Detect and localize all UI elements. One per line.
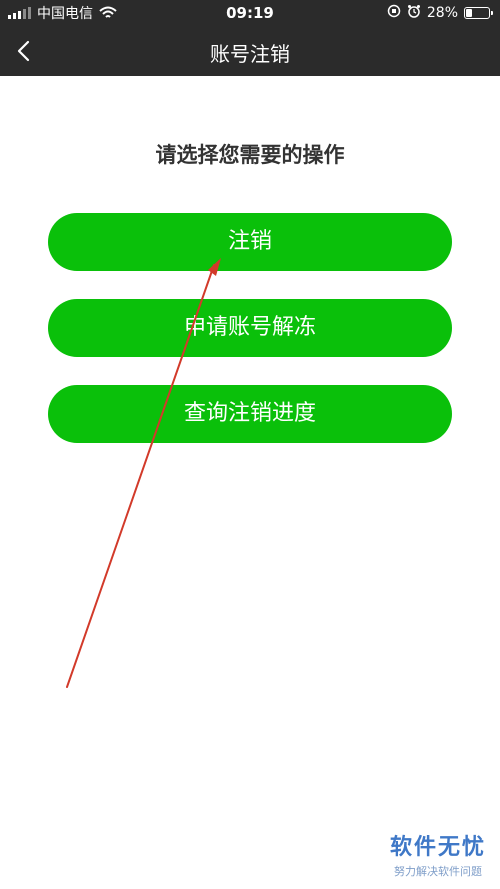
cancel-account-button[interactable]: 注销 <box>48 213 452 271</box>
unfreeze-account-button[interactable]: 申请账号解冻 <box>48 299 452 357</box>
status-bar: 中国电信 09:19 28% <box>0 0 500 26</box>
battery-fill <box>466 9 472 17</box>
battery-icon <box>464 7 493 19</box>
battery-percent: 28% <box>426 5 458 21</box>
status-right: 28% <box>387 4 493 22</box>
watermark: 软件无忧 努力解决软件问题 <box>390 829 486 879</box>
prompt-text: 请选择您需要的操作 <box>155 143 345 167</box>
page-title: 账号注销 <box>210 42 290 66</box>
watermark-title: 软件无忧 <box>389 835 486 860</box>
watermark-subtitle: 努力解决软件问题 <box>393 865 482 878</box>
check-cancel-progress-button[interactable]: 查询注销进度 <box>48 385 452 443</box>
rotation-lock-icon <box>387 4 401 22</box>
nav-bar: 账号注销 <box>0 26 500 76</box>
alarm-icon <box>407 4 421 22</box>
annotation-arrow <box>66 258 221 688</box>
